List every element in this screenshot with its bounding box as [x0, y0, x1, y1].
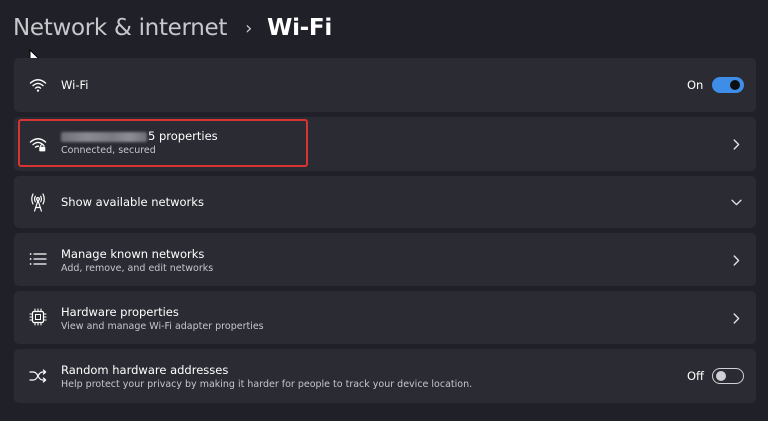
highlight-box — [18, 119, 308, 167]
wifi-state-label: On — [687, 78, 704, 92]
manage-known-networks-row[interactable]: Manage known networks Add, remove, and e… — [14, 233, 756, 286]
wifi-toggle-switch[interactable] — [712, 77, 744, 93]
chevron-right-icon — [730, 312, 742, 324]
toggle-knob — [716, 371, 726, 381]
manage-known-networks-subtitle: Add, remove, and edit networks — [61, 263, 214, 274]
wifi-icon — [28, 75, 48, 95]
chevron-right-icon — [730, 254, 742, 266]
wifi-toggle-row[interactable]: Wi-Fi On — [14, 58, 756, 112]
breadcrumb-parent-link[interactable]: Network & internet — [13, 15, 227, 41]
hardware-properties-row[interactable]: Hardware properties View and manage Wi-F… — [14, 291, 756, 344]
manage-known-networks-title: Manage known networks — [61, 247, 205, 261]
antenna-icon — [28, 192, 48, 212]
chip-icon — [28, 307, 48, 327]
random-addresses-subtitle: Help protect your privacy by making it h… — [61, 379, 473, 390]
toggle-knob — [730, 80, 740, 90]
chevron-down-icon — [730, 196, 742, 208]
hardware-properties-title: Hardware properties — [61, 305, 179, 319]
chevron-right-icon — [730, 138, 742, 150]
shuffle-icon — [28, 366, 48, 386]
list-icon — [28, 249, 48, 269]
random-addresses-title: Random hardware addresses — [61, 363, 229, 377]
wifi-label: Wi-Fi — [61, 78, 89, 92]
random-addresses-state-label: Off — [687, 369, 704, 383]
breadcrumb: Network & internet › Wi-Fi — [13, 10, 332, 46]
page-title: Wi-Fi — [267, 15, 332, 41]
show-networks-label: Show available networks — [61, 195, 204, 209]
hardware-properties-subtitle: View and manage Wi-Fi adapter properties — [61, 321, 264, 332]
show-available-networks-row[interactable]: Show available networks — [14, 176, 756, 228]
random-addresses-toggle-switch[interactable] — [712, 368, 744, 384]
breadcrumb-separator: › — [245, 17, 253, 39]
random-hardware-addresses-row[interactable]: Random hardware addresses Help protect y… — [14, 349, 756, 403]
